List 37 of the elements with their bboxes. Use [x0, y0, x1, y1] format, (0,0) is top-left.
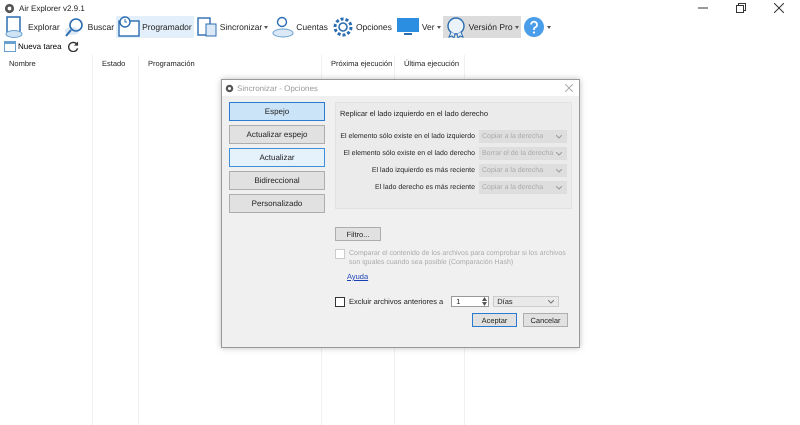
toolbar-button[interactable]: Programador	[116, 16, 194, 38]
chevron-icon	[556, 152, 562, 156]
new-task-button[interactable]: Nueva tarea	[4, 40, 62, 52]
restore-icon[interactable]	[736, 3, 746, 13]
new-task-icon	[4, 40, 16, 52]
chevron-icon	[556, 134, 562, 138]
mode-button[interactable]: Actualizar	[229, 148, 325, 167]
chevron-icon	[556, 168, 562, 172]
settings-icon	[332, 16, 354, 38]
checkbox[interactable]	[335, 296, 345, 306]
toolbar-button[interactable]: Explorar	[2, 16, 62, 38]
sync-document-icon	[196, 16, 218, 38]
window-title: Air Explorer v2.9.1	[19, 4, 85, 12]
search-icon	[64, 16, 86, 38]
toolbar-button[interactable]: Sincronizar	[194, 16, 270, 38]
spinner-arrows-icon	[482, 297, 488, 306]
mode-button[interactable]: Actualizar espejo	[229, 125, 325, 144]
dialog-title: Sincronizar - Opciones	[237, 84, 318, 92]
chevron-icon	[556, 186, 562, 190]
toolbar-button[interactable]: Buscar	[62, 16, 116, 38]
user-cloud-icon	[272, 16, 294, 38]
toolbar-button[interactable]: Opciones	[330, 16, 394, 38]
toolbar-button[interactable]: Ver	[394, 16, 443, 38]
chevron-icon	[548, 300, 554, 304]
refresh-icon[interactable]	[68, 40, 79, 52]
mode-button[interactable]: Espejo	[229, 102, 325, 121]
mode-button[interactable]: Personalizado	[229, 194, 325, 213]
help-icon	[522, 16, 545, 38]
toolbar-button[interactable]: Cuentas	[270, 16, 330, 38]
toolbar-button[interactable]: Versión Pro	[442, 16, 521, 38]
badge-icon	[444, 16, 467, 38]
calendar-clock-icon	[118, 16, 140, 38]
mode-button[interactable]: Bidireccional	[229, 171, 325, 190]
app-logo-icon	[225, 84, 234, 92]
close-icon[interactable]	[774, 3, 784, 13]
monitor-icon	[396, 16, 420, 38]
app-logo-icon	[4, 2, 15, 14]
